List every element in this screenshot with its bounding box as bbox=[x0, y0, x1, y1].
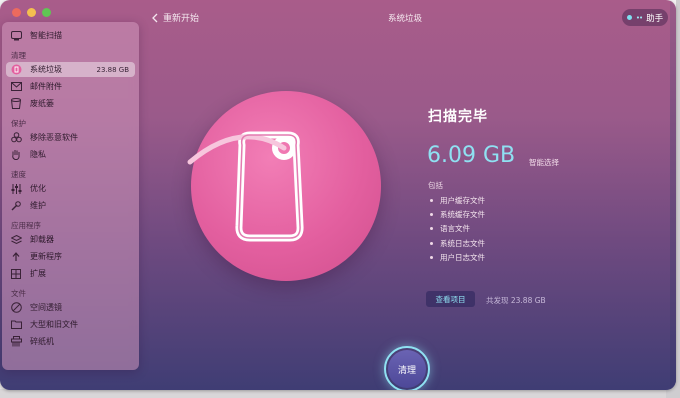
tag-icon bbox=[187, 131, 304, 242]
smart-select-label[interactable]: 智能选择 bbox=[529, 157, 559, 168]
sidebar-item-label: 卸载器 bbox=[30, 235, 54, 244]
section-label-cleanup: 清理 bbox=[11, 51, 26, 60]
sidebar-item-extensions[interactable]: 扩展 bbox=[6, 266, 135, 281]
sidebar-item-maintenance[interactable]: 维护 bbox=[6, 198, 135, 213]
app-window: 重新开始 系统垃圾 •• 助手 智能扫描 清理 系统垃圾 23.88 GB 邮件… bbox=[0, 0, 676, 390]
bullet-icon bbox=[430, 242, 433, 245]
sidebar-item-label: 维护 bbox=[30, 201, 46, 210]
chevron-left-icon bbox=[152, 13, 158, 22]
include-item-label: 用户日志文件 bbox=[440, 253, 485, 262]
sidebar-item-privacy[interactable]: 隐私 bbox=[6, 147, 135, 162]
sidebar-item-label: 移除恶意软件 bbox=[30, 133, 78, 142]
include-item: 系统日志文件 bbox=[430, 238, 485, 249]
review-items-button[interactable]: 查看项目 bbox=[426, 291, 475, 307]
sidebar-item-label: 优化 bbox=[30, 184, 46, 193]
include-item-label: 用户缓存文件 bbox=[440, 196, 485, 205]
sidebar: 智能扫描 清理 系统垃圾 23.88 GB 邮件附件 废纸篓 保护 移除恶意软件… bbox=[2, 22, 139, 370]
extensions-icon bbox=[10, 268, 22, 280]
junk-size: 6.09 GB bbox=[427, 143, 516, 168]
sidebar-item-label: 扩展 bbox=[30, 269, 46, 278]
includes-label: 包括 bbox=[428, 181, 443, 190]
section-label-applications: 应用程序 bbox=[11, 221, 41, 230]
total-found-text: 共发现 23.88 GB bbox=[486, 296, 546, 305]
sidebar-item-optimization[interactable]: 优化 bbox=[6, 181, 135, 196]
sidebar-item-label: 系统垃圾 bbox=[30, 65, 62, 74]
updater-icon bbox=[10, 251, 22, 263]
include-item-label: 系统缓存文件 bbox=[440, 210, 485, 219]
assistant-status-icon bbox=[626, 15, 632, 20]
sidebar-item-label: 邮件附件 bbox=[30, 82, 62, 91]
backdrop-edge bbox=[0, 389, 680, 398]
include-item: 语言文件 bbox=[430, 223, 470, 234]
sidebar-item-label: 废纸篓 bbox=[30, 99, 54, 108]
assistant-label: 助手 bbox=[646, 13, 664, 24]
sidebar-item-label: 空间透镜 bbox=[30, 303, 62, 312]
sidebar-item-trash[interactable]: 废纸篓 bbox=[6, 96, 135, 111]
section-label-files: 文件 bbox=[11, 289, 26, 298]
include-item: 用户缓存文件 bbox=[430, 195, 485, 206]
backdrop-edge bbox=[676, 0, 680, 398]
sidebar-item-updater[interactable]: 更新程序 bbox=[6, 249, 135, 264]
include-item: 系统缓存文件 bbox=[430, 209, 485, 220]
close-window-button[interactable] bbox=[12, 8, 21, 17]
sidebar-item-system-junk[interactable]: 系统垃圾 23.88 GB bbox=[6, 62, 135, 77]
window-frame bbox=[670, 0, 676, 390]
shredder-icon bbox=[10, 336, 22, 348]
bullet-icon bbox=[430, 199, 433, 202]
trash-icon bbox=[10, 98, 22, 110]
sidebar-item-space-lens[interactable]: 空间透镜 bbox=[6, 300, 135, 315]
zoom-window-button[interactable] bbox=[42, 8, 51, 17]
include-item: 用户日志文件 bbox=[430, 252, 485, 263]
system-junk-icon bbox=[10, 64, 22, 76]
sidebar-item-shredder[interactable]: 碎纸机 bbox=[6, 334, 135, 349]
assistant-dots-icon: •• bbox=[635, 13, 643, 22]
sidebar-item-label: 更新程序 bbox=[30, 252, 62, 261]
wrench-icon bbox=[10, 200, 22, 212]
sidebar-item-large-old-files[interactable]: 大型和旧文件 bbox=[6, 317, 135, 332]
biohazard-icon bbox=[10, 132, 22, 144]
window-controls bbox=[12, 8, 51, 17]
clean-button[interactable]: 清理 bbox=[388, 350, 426, 388]
bullet-icon bbox=[430, 213, 433, 216]
sidebar-item-malware-removal[interactable]: 移除恶意软件 bbox=[6, 130, 135, 145]
uninstaller-icon bbox=[10, 234, 22, 246]
bullet-icon bbox=[430, 227, 433, 230]
bullet-icon bbox=[430, 256, 433, 259]
assistant-button[interactable]: •• 助手 bbox=[622, 9, 668, 26]
start-over-button[interactable]: 重新开始 bbox=[152, 11, 199, 24]
smart-scan-icon bbox=[10, 30, 22, 42]
sidebar-item-smart-scan[interactable]: 智能扫描 bbox=[6, 28, 135, 43]
sidebar-item-label: 大型和旧文件 bbox=[30, 320, 78, 329]
include-item-label: 系统日志文件 bbox=[440, 239, 485, 248]
sliders-icon bbox=[10, 183, 22, 195]
section-label-speed: 速度 bbox=[11, 170, 26, 179]
hand-icon bbox=[10, 149, 22, 161]
mail-icon bbox=[10, 81, 22, 93]
system-junk-size: 23.88 GB bbox=[96, 65, 130, 74]
scan-complete-title: 扫描完毕 bbox=[428, 109, 488, 125]
sidebar-item-label: 智能扫描 bbox=[30, 31, 62, 40]
window-title: 系统垃圾 bbox=[387, 14, 422, 24]
folder-icon bbox=[10, 319, 22, 331]
sidebar-item-label: 隐私 bbox=[30, 150, 46, 159]
section-label-protection: 保护 bbox=[11, 119, 26, 128]
include-item-label: 语言文件 bbox=[440, 224, 470, 233]
sidebar-item-label: 碎纸机 bbox=[30, 337, 54, 346]
minimize-window-button[interactable] bbox=[27, 8, 36, 17]
sidebar-item-mail-attachments[interactable]: 邮件附件 bbox=[6, 79, 135, 94]
start-over-label: 重新开始 bbox=[163, 14, 200, 24]
sidebar-item-uninstaller[interactable]: 卸载器 bbox=[6, 232, 135, 247]
space-lens-icon bbox=[10, 302, 22, 314]
